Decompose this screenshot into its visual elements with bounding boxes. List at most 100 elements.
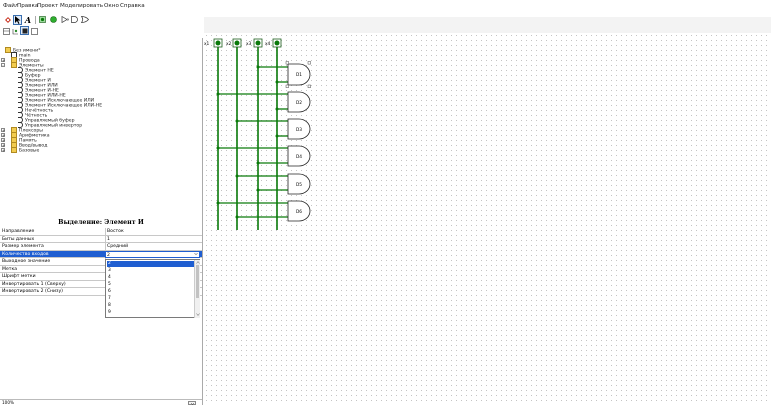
not-gate-icon bbox=[61, 16, 69, 23]
attribute-row[interactable]: Направление Восток bbox=[0, 228, 202, 236]
attribute-name: Инвертировать 2 (Снизу) bbox=[2, 289, 63, 294]
collapse-icon[interactable]: - bbox=[1, 62, 5, 67]
dropdown-option[interactable]: 4 bbox=[107, 275, 195, 281]
zoom-dropdown[interactable] bbox=[188, 400, 196, 405]
dropdown-option[interactable]: 2 bbox=[107, 261, 195, 268]
input-pin-x4[interactable]: x4 bbox=[265, 38, 282, 48]
and-gate-d5[interactable]: D5 bbox=[287, 173, 311, 195]
input-label: x1 bbox=[204, 41, 210, 47]
hand-icon bbox=[4, 16, 11, 23]
menu-project[interactable]: Проект bbox=[37, 3, 58, 9]
selection-handle[interactable] bbox=[285, 84, 289, 88]
appearance-view-button[interactable] bbox=[30, 27, 38, 35]
input-pin-icon bbox=[39, 16, 46, 23]
and-gate-d6[interactable]: D6 bbox=[287, 200, 311, 222]
gate-label: D1 bbox=[296, 72, 302, 78]
wire-junctions bbox=[216, 65, 279, 219]
tree-item[interactable]: + Базовые bbox=[1, 147, 40, 154]
gate-label: D6 bbox=[296, 209, 302, 215]
dropdown-scrollbar[interactable] bbox=[194, 260, 201, 318]
appearance-icon bbox=[30, 27, 38, 35]
attribute-name: Количество входов bbox=[2, 251, 49, 257]
expand-icon[interactable]: + bbox=[1, 147, 5, 152]
gate-label: D5 bbox=[296, 182, 302, 188]
and-gate-icon bbox=[71, 16, 78, 23]
toolbox-icon bbox=[2, 27, 10, 35]
attribute-value[interactable]: Восток bbox=[105, 228, 200, 235]
menu-window[interactable]: Окно bbox=[104, 3, 119, 9]
and-gate-d1[interactable]: D1 bbox=[285, 61, 311, 88]
attribute-name: Инвертировать 1 (Сверху) bbox=[2, 281, 66, 287]
view-toolbar bbox=[0, 26, 203, 37]
menu-edit[interactable]: Правка bbox=[17, 3, 38, 9]
layout-icon bbox=[22, 28, 27, 33]
toolbox-view-button[interactable] bbox=[2, 27, 10, 35]
toolbar-separator bbox=[35, 16, 36, 24]
dropdown-option[interactable]: 5 bbox=[107, 282, 195, 288]
expand-icon[interactable]: + bbox=[1, 142, 5, 147]
scroll-down-icon[interactable] bbox=[195, 313, 200, 316]
gate-label: D2 bbox=[296, 100, 302, 106]
attribute-row[interactable]: Биты данных 1 bbox=[0, 235, 202, 243]
dropdown-option[interactable]: 7 bbox=[107, 296, 195, 302]
chevron-down-icon[interactable] bbox=[194, 252, 198, 256]
menu-bar: Файл Правка Проект Моделировать Окно Спр… bbox=[0, 0, 771, 12]
pan-tool-button[interactable] bbox=[3, 15, 12, 24]
scroll-up-icon[interactable] bbox=[195, 261, 200, 264]
and-gate-d2[interactable]: D2 bbox=[287, 91, 311, 113]
simulation-tree-icon bbox=[12, 28, 18, 34]
dropdown-option[interactable]: 3 bbox=[107, 268, 195, 274]
attribute-name: Размер элемента bbox=[2, 244, 44, 249]
menu-help[interactable]: Справка bbox=[120, 3, 145, 9]
or-gate-icon bbox=[80, 16, 89, 23]
not-gate-button[interactable] bbox=[60, 15, 69, 24]
and-gate-d4[interactable]: D4 bbox=[287, 145, 311, 167]
attribute-name: Биты данных bbox=[2, 236, 35, 242]
expand-icon[interactable]: + bbox=[1, 57, 5, 62]
folder-icon bbox=[11, 147, 17, 153]
zoom-level[interactable]: 100% bbox=[2, 400, 14, 406]
expand-icon[interactable]: + bbox=[1, 132, 5, 137]
text-tool-button[interactable]: A bbox=[24, 15, 32, 25]
attribute-value[interactable]: 1 bbox=[105, 235, 200, 243]
input-pin-button[interactable] bbox=[38, 15, 47, 24]
arrow-pointer-icon bbox=[15, 16, 21, 24]
inputs-count-dropdown-list[interactable]: 23456789 bbox=[105, 259, 201, 318]
expand-icon[interactable]: + bbox=[1, 127, 5, 132]
attribute-name: Метка bbox=[2, 266, 18, 272]
dropdown-option[interactable]: 6 bbox=[107, 289, 195, 295]
output-pin-icon bbox=[50, 16, 57, 23]
simulation-view-button[interactable] bbox=[11, 27, 19, 35]
attribute-value[interactable]: Средний bbox=[105, 243, 200, 250]
selection-handle[interactable] bbox=[307, 84, 311, 88]
dropdown-option[interactable]: 9 bbox=[107, 310, 195, 316]
and-gate-button[interactable] bbox=[70, 15, 79, 24]
expand-icon[interactable]: + bbox=[1, 137, 5, 142]
input-label: x3 bbox=[246, 41, 252, 47]
selection-handle[interactable] bbox=[307, 61, 311, 65]
circuit-drawing[interactable]: x1 x2 x3 x4 D1 D2 D3 D4 D5 D6 bbox=[204, 36, 334, 232]
tree-item-label: Базовые bbox=[19, 148, 40, 154]
attribute-value[interactable]: 2 bbox=[105, 250, 200, 258]
gate-label: D4 bbox=[296, 154, 302, 160]
scroll-thumb[interactable] bbox=[195, 265, 200, 298]
output-pin-button[interactable] bbox=[49, 15, 58, 24]
folder-icon bbox=[11, 62, 17, 68]
and-gate-d3[interactable]: D3 bbox=[287, 118, 311, 140]
layout-view-button[interactable] bbox=[20, 26, 29, 35]
input-pin-x3[interactable]: x3 bbox=[246, 38, 263, 48]
or-gate-button[interactable] bbox=[80, 15, 89, 24]
attribute-row[interactable]: Количество входов 2 bbox=[0, 250, 202, 258]
attribute-row[interactable]: Размер элемента Средний bbox=[0, 243, 202, 251]
selection-handle[interactable] bbox=[285, 61, 289, 65]
explorer-tree: Без имени* main + Провода - Элементы Элемент Н… bbox=[0, 47, 202, 215]
input-label: x4 bbox=[265, 41, 271, 47]
attribute-name: Выходное значение bbox=[2, 259, 51, 264]
select-tool-button[interactable] bbox=[13, 15, 22, 25]
dropdown-option[interactable]: 8 bbox=[107, 303, 195, 309]
gate-label: D3 bbox=[296, 127, 302, 133]
input-pin-x2[interactable]: x2 bbox=[226, 38, 242, 48]
input-pin-x1[interactable]: x1 bbox=[204, 38, 223, 48]
attribute-name: Шрифт метки bbox=[2, 274, 36, 279]
menu-simulate[interactable]: Моделировать bbox=[60, 3, 103, 9]
